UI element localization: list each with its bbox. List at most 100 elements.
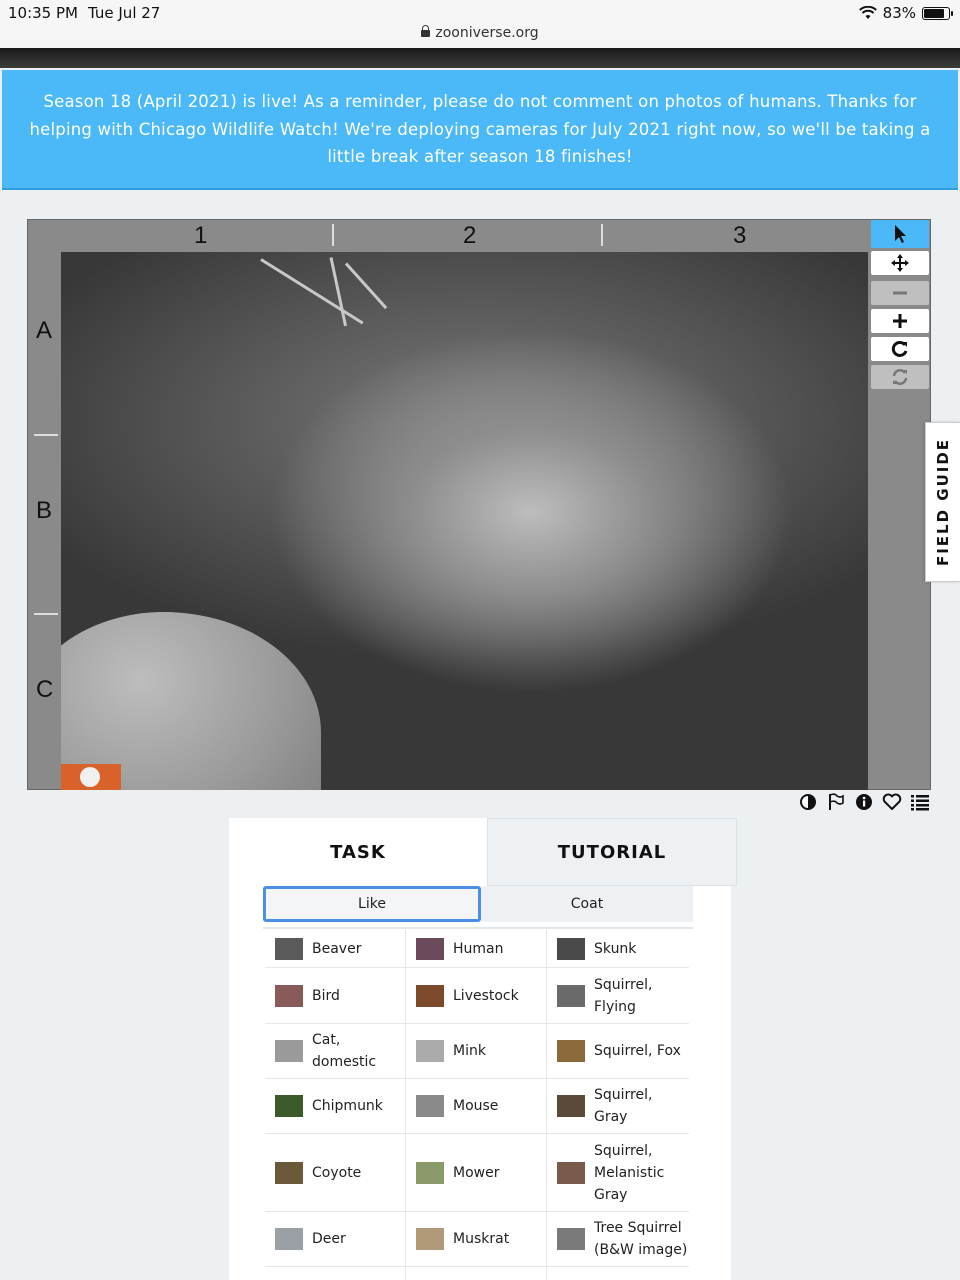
- species-choice[interactable]: Squirrel, Fox: [547, 1024, 688, 1078]
- species-choice[interactable]: Mower: [406, 1134, 547, 1211]
- tab-task[interactable]: TASK: [229, 818, 487, 886]
- species-thumbnail: [557, 1228, 585, 1250]
- species-choice[interactable]: Livestock: [406, 968, 547, 1023]
- species-choice[interactable]: Muskrat: [406, 1212, 547, 1266]
- viewer-toolbar: [868, 220, 932, 791]
- species-choice-grid: Beaver Human Skunk Bird Livestock Squirrel, F…: [265, 930, 689, 1280]
- contrast-icon: [800, 794, 816, 810]
- zoom-in-button[interactable]: [871, 309, 929, 333]
- species-label: Squirrel, Fox: [594, 1043, 681, 1059]
- species-thumbnail: [275, 1228, 303, 1250]
- species-thumbnail: [275, 1095, 303, 1117]
- browser-top-divider: [0, 48, 960, 68]
- favorite-button[interactable]: [882, 792, 902, 812]
- announcement-banner: Season 18 (April 2021) is live! As a rem…: [2, 70, 958, 190]
- species-row: Coyote Mower Squirrel, Melanistic Gray: [265, 1134, 689, 1212]
- plus-icon: [893, 314, 907, 328]
- reset-view-button[interactable]: [871, 365, 929, 389]
- species-thumbnail: [557, 1161, 585, 1184]
- address-bar[interactable]: zooniverse.org: [0, 25, 960, 41]
- species-thumbnail: [275, 1275, 303, 1280]
- tab-tutorial-label: TUTORIAL: [557, 841, 667, 863]
- status-right: 83%: [858, 4, 953, 22]
- species-thumbnail: [557, 1040, 585, 1062]
- subject-meta-toolbar: [798, 792, 930, 812]
- select-tool-button[interactable]: [871, 220, 929, 248]
- grid-row-divider: [34, 613, 58, 615]
- species-choice[interactable]: Dog: [265, 1267, 406, 1280]
- battery-icon: [922, 6, 953, 20]
- species-choice[interactable]: Human: [406, 930, 547, 967]
- species-choice[interactable]: Deer: [265, 1212, 406, 1266]
- species-choice[interactable]: Coyote: [265, 1134, 406, 1211]
- photo-branch: [344, 262, 388, 310]
- species-choice[interactable]: Squirrel, Gray: [547, 1079, 688, 1133]
- lock-icon: [421, 25, 431, 37]
- species-choice[interactable]: Cat, domestic: [265, 1024, 406, 1078]
- filter-subtabs: Like Coat: [263, 886, 693, 922]
- grid-row-c: C: [36, 676, 54, 703]
- subject-image-viewer[interactable]: 1 2 3 A B C: [27, 219, 931, 790]
- grid-col-divider: [601, 224, 603, 246]
- species-choice[interactable]: Skunk: [547, 930, 688, 967]
- species-thumbnail: [557, 984, 585, 1007]
- species-choice[interactable]: Chipmunk: [265, 1079, 406, 1133]
- species-label: Livestock: [453, 987, 519, 1004]
- status-date: Tue Jul 27: [88, 4, 161, 22]
- info-button[interactable]: [854, 792, 874, 812]
- grid-col-2: 2: [463, 222, 477, 249]
- species-thumbnail: [557, 937, 585, 960]
- species-thumbnail: [416, 984, 444, 1007]
- species-row: Cat, domestic Mink Squirrel, Fox: [265, 1024, 689, 1079]
- species-choice[interactable]: Tree Squirrel (B&W image): [547, 1212, 688, 1266]
- species-label: Cat, domestic: [312, 1032, 377, 1070]
- collections-list-icon: [911, 795, 929, 811]
- species-thumbnail: [416, 1161, 444, 1184]
- contrast-button[interactable]: [798, 792, 818, 812]
- species-thumbnail: [557, 1095, 585, 1117]
- species-choice[interactable]: Mink: [406, 1024, 547, 1078]
- species-label: Human: [453, 940, 504, 957]
- species-choice[interactable]: Mouse: [406, 1079, 547, 1133]
- refresh-icon: [892, 369, 908, 385]
- task-panel: TASK TUTORIAL Like Coat Beaver Human Skunk…: [229, 818, 737, 1280]
- species-label: Bird: [312, 987, 340, 1004]
- species-thumbnail: [275, 937, 303, 960]
- camera-brand-logo: [61, 764, 121, 790]
- subtab-like[interactable]: Like: [263, 886, 481, 922]
- species-row: Deer Muskrat Tree Squirrel (B&W image): [265, 1212, 689, 1267]
- subtab-divider: [263, 927, 693, 929]
- grid-col-3: 3: [733, 222, 747, 249]
- species-label: Tree Squirrel (B&W image): [594, 1220, 688, 1258]
- move-arrows-icon: [891, 254, 909, 272]
- species-choice[interactable]: Squirrel, Flying: [547, 968, 688, 1023]
- species-thumbnail: [416, 1095, 444, 1117]
- species-label: Mink: [453, 1043, 486, 1059]
- field-guide-label: FIELD GUIDE: [934, 437, 953, 567]
- grid-row-a: A: [36, 317, 53, 344]
- info-icon: [856, 794, 872, 810]
- species-label: Squirrel, Melanistic Gray: [594, 1142, 665, 1203]
- subtab-like-label: Like: [358, 896, 386, 912]
- species-row: Chipmunk Mouse Squirrel, Gray: [265, 1079, 689, 1134]
- status-time: 10:35 PM: [8, 4, 78, 22]
- rotate-button[interactable]: [871, 337, 929, 361]
- field-guide-tab[interactable]: FIELD GUIDE: [925, 422, 960, 582]
- subtab-coat[interactable]: Coat: [481, 886, 693, 922]
- species-row: Bird Livestock Squirrel, Flying: [265, 968, 689, 1024]
- battery-percent: 83%: [882, 4, 916, 22]
- collections-button[interactable]: [910, 792, 930, 812]
- species-choice[interactable]: Bird: [265, 968, 406, 1023]
- species-label: Muskrat: [453, 1231, 510, 1247]
- pan-tool-button[interactable]: [871, 251, 929, 275]
- zoom-out-button[interactable]: [871, 281, 929, 305]
- species-thumbnail: [275, 1161, 303, 1184]
- camera-trap-photo[interactable]: [61, 252, 868, 790]
- species-choice[interactable]: Squirrel, Melanistic Gray: [547, 1134, 688, 1211]
- species-choice[interactable]: Beaver: [265, 930, 406, 967]
- tab-tutorial[interactable]: TUTORIAL: [487, 818, 737, 886]
- subtab-coat-label: Coat: [570, 896, 604, 912]
- flag-button[interactable]: [826, 792, 846, 812]
- ios-status-bar: 10:35 PM Tue Jul 27 83% zooniverse.org: [0, 0, 960, 48]
- species-row: Dog: [265, 1267, 689, 1280]
